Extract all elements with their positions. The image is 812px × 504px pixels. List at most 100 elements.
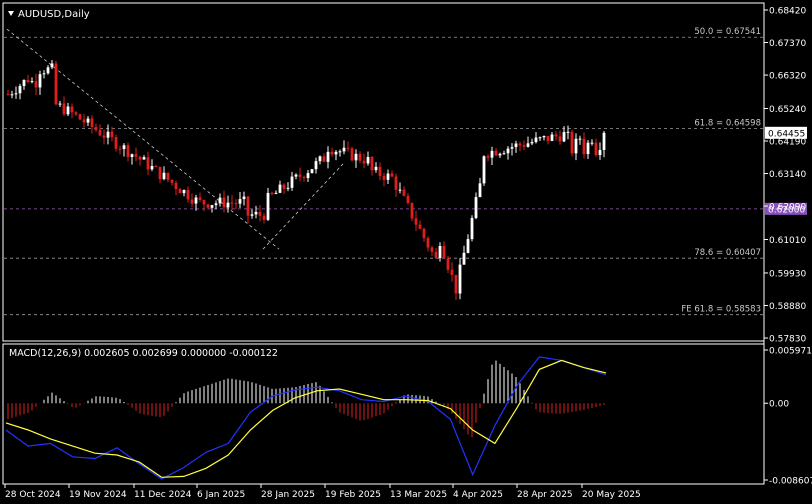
candle-bear [34, 81, 38, 88]
candle-bear [406, 195, 410, 203]
candle-bear [138, 156, 142, 160]
candle-bear [394, 176, 398, 190]
fib-level-label: 78.6 = 0.60407 [694, 248, 761, 258]
candle-bear [170, 179, 174, 183]
candle-bull [250, 214, 254, 216]
candle-bear [206, 204, 210, 208]
candle-bull [342, 147, 346, 152]
candle-bull [526, 143, 530, 147]
candle-bull [586, 142, 590, 155]
candle-bear [410, 202, 414, 219]
candle-bear [70, 106, 74, 113]
candle-bear [82, 119, 86, 123]
time-tick-label: 4 Apr 2025 [453, 490, 503, 500]
candle-bear [594, 142, 598, 156]
candle-bull [266, 192, 270, 220]
candle-bear [370, 156, 374, 171]
candle-bear [94, 126, 98, 131]
price-tick-label: 0.61010 [769, 236, 806, 246]
candle-bull [474, 197, 478, 219]
candle-bear [146, 157, 150, 170]
candle-bear [454, 274, 458, 294]
candle-bear [558, 136, 562, 142]
candle-bull [530, 141, 534, 144]
candle-bull [538, 137, 542, 139]
candle-bear [494, 150, 498, 156]
symbol-header[interactable]: AUDUSD,Daily [8, 9, 90, 20]
candle-bull [238, 199, 242, 204]
candle-bull [386, 173, 390, 180]
candle-bull [514, 143, 518, 148]
candle-bull [254, 211, 258, 215]
candle-bear [518, 143, 522, 146]
macd-header: MACD(12,26,9) 0.002605 0.002699 0.000000… [9, 348, 278, 359]
candle-bear [450, 269, 454, 275]
candle-bull [478, 183, 482, 198]
candle-bear [402, 189, 406, 196]
candle-bull [574, 138, 578, 154]
candle-bear [186, 190, 190, 200]
candle-bull [194, 197, 198, 204]
time-tick-label: 19 Nov 2024 [69, 490, 127, 500]
candle-bear [26, 79, 30, 83]
candle-bull [294, 174, 298, 177]
candle-bull [38, 74, 42, 88]
candle-bull [226, 202, 230, 208]
candle-bear [426, 238, 430, 248]
candle-bear [554, 134, 558, 137]
time-tick-label: 28 Oct 2024 [5, 490, 61, 500]
candle-bull [214, 203, 218, 206]
candle-bear [202, 199, 206, 205]
time-tick-label: 20 May 2025 [582, 490, 641, 500]
price-tick-label: 0.59930 [769, 269, 806, 279]
candle-bull [22, 79, 26, 87]
candle-bear [570, 131, 574, 154]
candle-bull [458, 264, 462, 294]
candle-bear [90, 118, 94, 127]
candle-bull [150, 166, 154, 170]
candle-bear [262, 215, 266, 220]
candle-bear [62, 103, 66, 115]
candle-bear [378, 166, 382, 176]
trading-chart[interactable]: 50.0 = 0.67541 61.8 = 0.64598 78.6 = 0.604… [0, 0, 812, 504]
candle-bear [190, 199, 194, 204]
candle-bull [506, 148, 510, 154]
candle-bear [110, 131, 114, 138]
price-tick-label: 0.68420 [769, 7, 806, 17]
candle-bull [578, 138, 582, 140]
candle-bear [118, 148, 122, 150]
candle-bear [282, 184, 286, 189]
candle-bull [398, 189, 402, 191]
candle-bear [166, 172, 170, 180]
candle-bull [182, 190, 186, 194]
fib-level-label: 61.8 = 0.64598 [694, 118, 761, 128]
macd-tick-label: -0.008607 [769, 477, 812, 487]
candle-bull [278, 184, 282, 193]
candle-bull [490, 150, 494, 158]
fib-level-label: 50.0 = 0.67541 [694, 27, 761, 37]
candle-bull [542, 135, 546, 138]
candle-bull [374, 166, 378, 171]
candle-bull [318, 156, 322, 162]
candle-bull [18, 86, 22, 94]
time-tick-label: 6 Jan 2025 [197, 490, 245, 500]
time-tick-label: 11 Dec 2024 [134, 490, 192, 500]
candle-bull [30, 81, 34, 83]
candle-bear [114, 137, 118, 149]
candle-bull [602, 132, 606, 150]
candle-bull [562, 132, 566, 142]
candle-bull [290, 176, 294, 188]
time-tick-label: 13 Mar 2025 [390, 490, 447, 500]
candle-bull [286, 187, 290, 189]
candle-bear [154, 166, 158, 168]
candle-bear [546, 135, 550, 141]
candle-bull [310, 169, 314, 174]
candle-bull [510, 147, 514, 149]
candle-bear [414, 218, 418, 225]
time-tick-label: 28 Apr 2025 [517, 490, 573, 500]
candle-bear [258, 211, 262, 216]
price-tick-label: 0.67370 [769, 39, 806, 49]
candle-bull [326, 151, 330, 162]
candle-bear [382, 175, 386, 180]
candle-bear [78, 114, 82, 120]
